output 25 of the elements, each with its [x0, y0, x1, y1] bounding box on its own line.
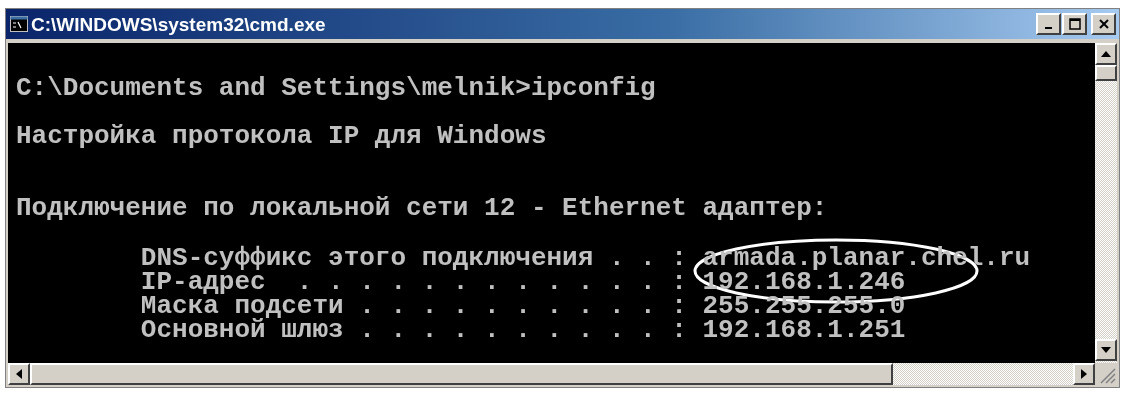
vertical-scrollbar[interactable] — [1095, 43, 1117, 363]
scroll-right-button[interactable] — [1073, 363, 1095, 385]
horizontal-scrollbar[interactable] — [8, 363, 1095, 385]
window-title: C:\WINDOWS\system32\cmd.exe — [31, 14, 326, 34]
scrollbar-thumb[interactable] — [1095, 65, 1117, 81]
command-prompt-line: C:\Documents and Settings\melnik>ipconfig — [16, 76, 656, 100]
minimize-icon — [1045, 27, 1052, 29]
ip-setting-line: Основной шлюз . . . . . . . . . . : 192.168.1.251 — [139, 318, 906, 342]
ip-setting-line: IP-адрес . . . . . . . . . . . . : 192.168.1.246 — [139, 270, 906, 294]
console-app-icon — [10, 16, 28, 32]
scrollbar-thumb[interactable] — [30, 363, 893, 385]
console-heading-line: Настройка протокола IP для Windows — [16, 124, 547, 148]
adapter-line: Подключение по локальной сети 12 - Ethernet адаптер: — [16, 196, 828, 220]
down-arrow-icon — [1101, 347, 1111, 353]
close-button[interactable] — [1091, 13, 1116, 35]
close-icon — [1097, 18, 1110, 30]
maximize-icon — [1068, 18, 1081, 30]
right-arrow-icon — [1081, 369, 1087, 379]
left-arrow-icon — [16, 369, 22, 379]
scroll-up-button[interactable] — [1095, 43, 1117, 65]
maximize-button[interactable] — [1062, 13, 1087, 35]
scroll-down-button[interactable] — [1095, 339, 1117, 361]
scroll-left-button[interactable] — [8, 363, 30, 385]
up-arrow-icon — [1101, 51, 1111, 57]
minimize-button[interactable] — [1036, 13, 1061, 35]
